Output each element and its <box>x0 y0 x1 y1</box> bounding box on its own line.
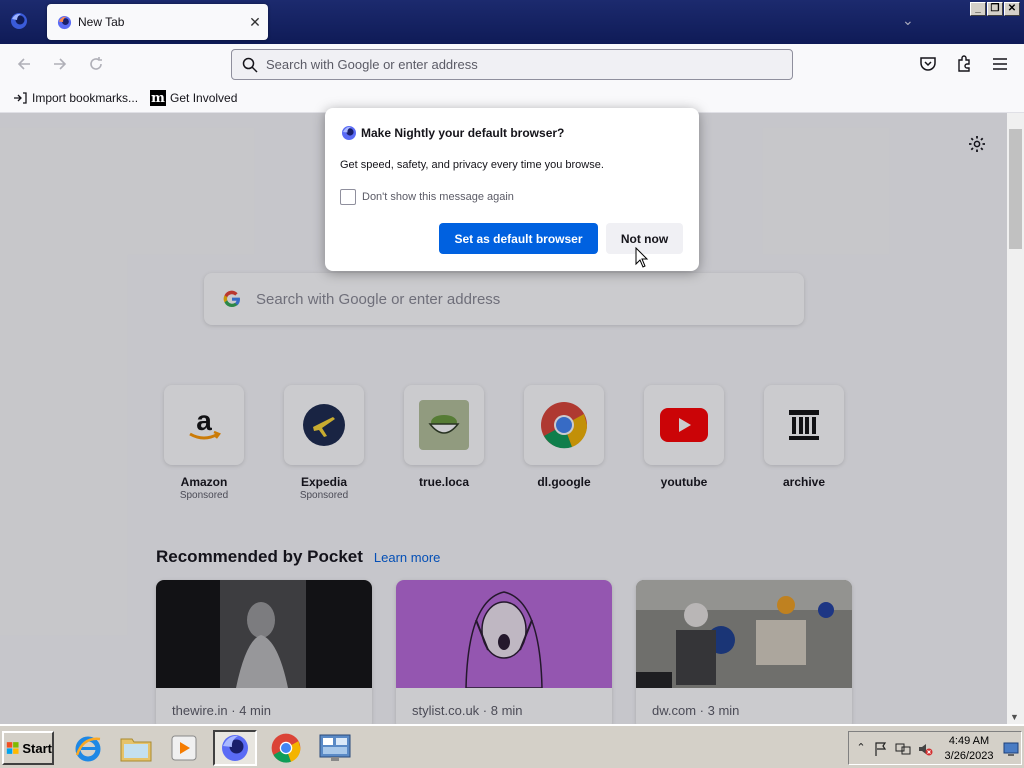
tab-title: New Tab <box>78 15 125 29</box>
show-desktop-icon[interactable] <box>1003 741 1019 757</box>
firefox-nightly-logo-icon[interactable] <box>9 11 29 31</box>
restore-button[interactable]: ❐ <box>987 2 1003 16</box>
taskbar: Start ⌃ 4:49 AM 3/26/2023 <box>0 724 1024 768</box>
taskbar-internet-explorer[interactable] <box>66 730 110 766</box>
clock-time: 4:49 AM <box>948 735 990 747</box>
taskbar-control-panel[interactable] <box>313 730 357 766</box>
firefox-nightly-icon <box>222 735 248 761</box>
system-tray: ⌃ 4:49 AM 3/26/2023 <box>848 731 1022 765</box>
internet-explorer-icon <box>75 736 101 762</box>
taskbar-file-explorer[interactable] <box>114 730 158 766</box>
firefox-nightly-icon <box>342 126 356 140</box>
bookmark-label: Get Involved <box>170 91 238 105</box>
url-input[interactable] <box>266 57 766 72</box>
tray-clock[interactable]: 4:49 AM 3/26/2023 <box>941 734 997 764</box>
minimize-button[interactable]: _ <box>970 2 986 16</box>
back-arrow-icon[interactable] <box>14 54 34 74</box>
start-button[interactable]: Start <box>2 731 54 765</box>
clock-date: 3/26/2023 <box>944 750 994 762</box>
taskbar-chrome[interactable] <box>264 730 308 766</box>
reload-icon[interactable] <box>86 54 106 74</box>
network-icon[interactable] <box>895 741 911 757</box>
search-icon <box>242 57 258 73</box>
dialog-title: Make Nightly your default browser? <box>361 126 565 140</box>
dialog-header: Make Nightly your default browser? <box>341 125 564 141</box>
forward-arrow-icon[interactable] <box>50 54 70 74</box>
volume-muted-icon[interactable] <box>917 741 933 757</box>
tab-new-tab[interactable]: New Tab ✕ <box>47 4 268 40</box>
mouse-cursor-icon <box>635 247 649 268</box>
bookmark-import[interactable]: Import bookmarks... <box>12 90 138 106</box>
start-label: Start <box>22 740 52 756</box>
title-bar: New Tab ✕ ⌄ _ ❐ ✕ <box>0 0 1024 44</box>
dialog-message: Get speed, safety, and privacy every tim… <box>340 159 604 171</box>
mozilla-m-icon: m <box>150 90 167 106</box>
folder-icon <box>120 738 152 762</box>
windows-logo-icon <box>6 742 19 754</box>
pocket-save-icon[interactable] <box>918 54 938 74</box>
dont-show-again-checkbox[interactable]: Don't show this message again <box>340 189 514 205</box>
action-center-flag-icon[interactable] <box>873 741 889 757</box>
bookmark-label: Import bookmarks... <box>32 91 139 105</box>
hamburger-menu-icon[interactable] <box>990 54 1010 74</box>
set-as-default-button[interactable]: Set as default browser <box>439 223 598 254</box>
scroll-down-arrow-icon[interactable]: ▼ <box>1010 712 1019 722</box>
navigation-toolbar <box>0 44 1024 84</box>
media-player-icon <box>171 735 197 761</box>
window-controls: _ ❐ ✕ <box>970 2 1020 16</box>
taskbar-media-player[interactable] <box>162 730 206 766</box>
tab-list-chevron-down-icon[interactable]: ⌄ <box>902 12 914 29</box>
bookmark-get-involved[interactable]: m Get Involved <box>150 90 237 106</box>
extensions-puzzle-icon[interactable] <box>954 54 974 74</box>
control-panel-icon <box>319 734 351 761</box>
close-window-button[interactable]: ✕ <box>1004 2 1020 16</box>
checkbox-box[interactable] <box>340 189 356 205</box>
chrome-icon <box>271 733 301 763</box>
page-scrollbar[interactable]: ▼ <box>1007 113 1024 724</box>
close-tab-icon[interactable]: ✕ <box>242 14 268 31</box>
scrollbar-thumb[interactable] <box>1009 129 1022 249</box>
checkbox-label: Don't show this message again <box>362 191 514 203</box>
url-bar[interactable] <box>231 49 793 80</box>
show-hidden-icons-chevron-up-icon[interactable]: ⌃ <box>853 741 869 757</box>
import-icon <box>12 90 28 106</box>
taskbar-firefox-nightly[interactable] <box>213 730 257 766</box>
firefox-favicon-icon <box>57 15 72 29</box>
